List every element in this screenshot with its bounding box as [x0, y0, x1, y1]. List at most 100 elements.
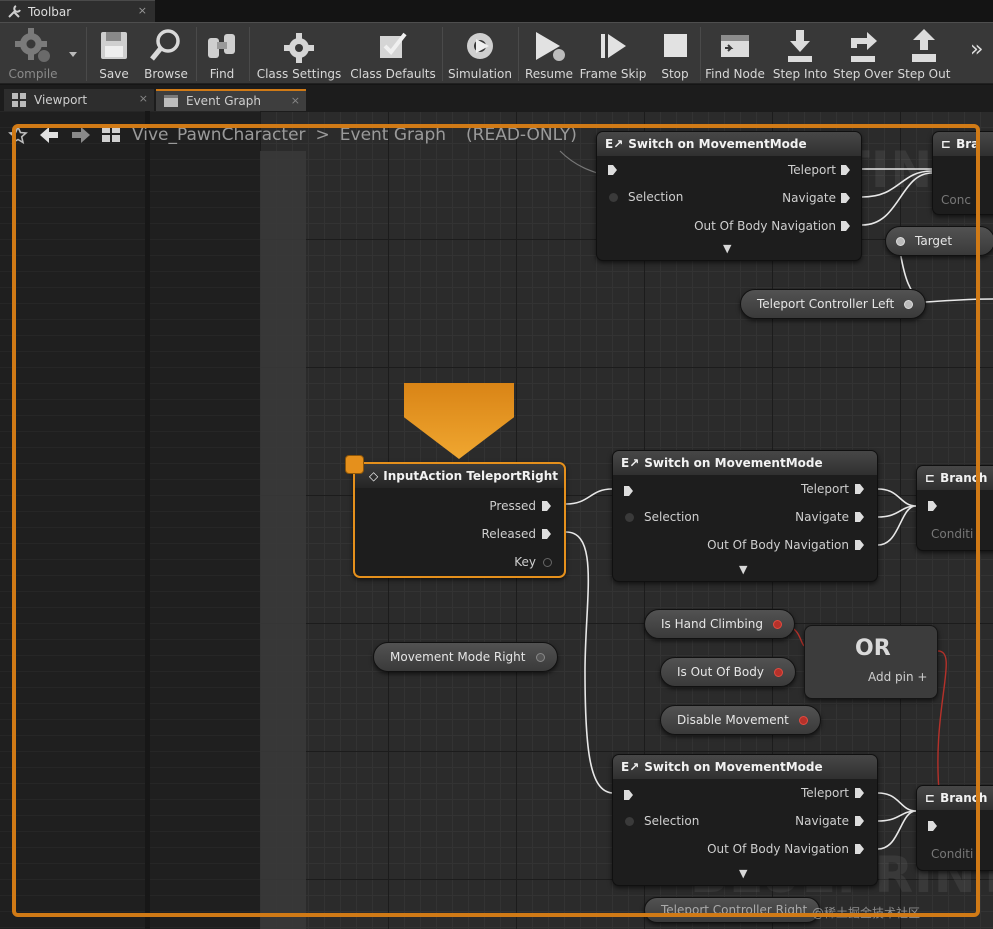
- condition-pin-label: Conditi: [931, 847, 974, 861]
- find-button[interactable]: Find: [200, 23, 244, 85]
- resume-button[interactable]: Resume: [524, 23, 574, 85]
- pressed-pin[interactable]: Pressed: [489, 498, 552, 514]
- branch-node-bottom[interactable]: ⊏ Branch Conditi: [916, 785, 993, 871]
- find-node-button[interactable]: Find Node: [704, 23, 766, 85]
- teleport-pin[interactable]: Teleport: [801, 785, 865, 801]
- step-out-button[interactable]: Step Out: [898, 23, 950, 85]
- star-icon[interactable]: [8, 125, 28, 145]
- key-pin[interactable]: Key: [514, 554, 552, 570]
- exec-pin-icon: [542, 501, 551, 511]
- disable-movement-label: Disable Movement: [677, 713, 789, 727]
- step-over-button[interactable]: Step Over: [833, 23, 893, 85]
- expand-arrow-icon[interactable]: ▼: [739, 867, 747, 880]
- navigate-pin[interactable]: Navigate: [795, 813, 865, 829]
- switch-node-middle[interactable]: E↗ Switch on MovementMode Teleport Selec…: [612, 450, 878, 582]
- close-icon[interactable]: ×: [138, 4, 147, 17]
- tab-viewport[interactable]: Viewport ×: [4, 89, 154, 111]
- teleport-pin[interactable]: Teleport: [788, 162, 851, 178]
- branch-icon: ⊏: [925, 471, 936, 485]
- exec-in-pin[interactable]: [927, 818, 938, 834]
- exec-pin-icon: [841, 193, 850, 203]
- out-of-body-pin-label: Out Of Body Navigation: [707, 842, 849, 856]
- released-pin[interactable]: Released: [481, 526, 552, 542]
- condition-pin[interactable]: Conc: [941, 192, 971, 208]
- tab-toolbar-label: Toolbar: [28, 4, 72, 19]
- chevron-down-icon[interactable]: [68, 51, 78, 59]
- simulation-label: Simulation: [448, 67, 512, 81]
- tab-toolbar[interactable]: Toolbar ×: [0, 0, 155, 22]
- class-settings-label: Class Settings: [256, 67, 342, 81]
- selection-pin[interactable]: Selection: [609, 189, 683, 205]
- browse-button[interactable]: Browse: [142, 23, 190, 85]
- toolbar: Compile Save Browse Find Class Settings: [0, 22, 993, 84]
- top-tab-strip: Toolbar ×: [0, 0, 993, 22]
- selection-dot: [625, 512, 634, 522]
- output-pin-dot: [773, 667, 783, 677]
- step-into-button[interactable]: Step Into: [772, 23, 828, 85]
- simulation-button[interactable]: Simulation: [448, 23, 512, 85]
- is-out-of-body-variable[interactable]: Is Out Of Body: [660, 657, 796, 687]
- close-icon[interactable]: ×: [139, 92, 148, 105]
- breadcrumb-graph[interactable]: Event Graph: [340, 125, 446, 145]
- switch-node-title: Switch on MovementMode: [644, 760, 823, 774]
- switch-enum-icon: E↗: [605, 137, 624, 151]
- branch-node-header: ⊏ Branch: [917, 466, 993, 490]
- or-node[interactable]: OR Add pin +: [804, 625, 938, 699]
- toolbar-overflow-button[interactable]: »: [970, 37, 983, 62]
- exec-in-pin[interactable]: [623, 787, 634, 803]
- condition-pin[interactable]: Conditi: [931, 846, 973, 862]
- disable-movement-variable[interactable]: Disable Movement: [660, 705, 821, 735]
- selection-dot: [625, 816, 634, 826]
- branch-node-header: ⊏ Bra: [933, 132, 993, 156]
- wrench-icon: [8, 4, 21, 18]
- teleport-controller-left-variable[interactable]: Teleport Controller Left: [740, 289, 927, 319]
- binoculars-icon: [208, 34, 235, 58]
- site-watermark: @稀土掘金技术社区: [812, 906, 921, 920]
- switch-node-bottom[interactable]: E↗ Switch on MovementMode Teleport Selec…: [612, 754, 878, 886]
- compile-button[interactable]: Compile: [4, 23, 62, 85]
- navigate-pin[interactable]: Navigate: [782, 190, 851, 206]
- navigate-pin[interactable]: Navigate: [795, 509, 865, 525]
- forward-arrow-icon[interactable]: [70, 125, 92, 145]
- out-of-body-pin[interactable]: Out Of Body Navigation: [707, 537, 865, 553]
- selection-pin[interactable]: Selection: [625, 509, 699, 525]
- class-settings-button[interactable]: Class Settings: [255, 23, 343, 85]
- switch-node-top[interactable]: E↗ Switch on MovementMode Teleport Selec…: [596, 131, 862, 261]
- switch-node-title: Switch on MovementMode: [644, 456, 823, 470]
- expand-arrow-icon[interactable]: ▼: [739, 563, 747, 576]
- output-pin-dot: [798, 715, 808, 725]
- teleport-controller-left-label: Teleport Controller Left: [757, 297, 895, 311]
- branch-node-middle[interactable]: ⊏ Branch Conditi: [916, 465, 993, 551]
- teleport-controller-right-variable[interactable]: Teleport Controller Right: [644, 897, 821, 923]
- add-pin-button[interactable]: Add pin +: [868, 670, 927, 684]
- branch-node-top[interactable]: ⊏ Bra Conc: [932, 131, 993, 215]
- expand-arrow-icon[interactable]: ▼: [723, 242, 731, 255]
- selection-pin[interactable]: Selection: [625, 813, 699, 829]
- breadcrumb-blueprint[interactable]: Vive_PawnCharacter: [132, 125, 306, 145]
- save-button[interactable]: Save: [92, 23, 136, 85]
- exec-in-pin[interactable]: [927, 498, 938, 514]
- tab-event-graph[interactable]: Event Graph ×: [156, 89, 306, 111]
- is-hand-climbing-variable[interactable]: Is Hand Climbing: [644, 609, 795, 639]
- out-of-body-pin[interactable]: Out Of Body Navigation: [707, 841, 865, 857]
- event-graph-canvas[interactable]: SIMULATING BLUEPRINT: [0, 111, 993, 929]
- input-action-node[interactable]: ◇ InputAction TeleportRight Pressed Rele…: [353, 462, 566, 578]
- breakpoint-badge: [345, 455, 364, 474]
- out-of-body-pin[interactable]: Out Of Body Navigation: [694, 218, 851, 234]
- frame-skip-button[interactable]: Frame Skip: [580, 23, 646, 85]
- condition-pin[interactable]: Conditi: [931, 526, 973, 542]
- exec-in-pin[interactable]: [623, 483, 634, 499]
- target-variable[interactable]: Target: [885, 226, 993, 256]
- exec-pin-icon: [855, 484, 864, 494]
- teleport-pin[interactable]: Teleport: [801, 481, 865, 497]
- movement-mode-right-variable[interactable]: Movement Mode Right: [373, 642, 558, 672]
- class-defaults-button[interactable]: Class Defaults: [350, 23, 436, 85]
- stop-button[interactable]: Stop: [654, 23, 696, 85]
- exec-in-pin[interactable]: [607, 162, 618, 178]
- close-icon[interactable]: ×: [291, 94, 300, 107]
- frame-skip-label: Frame Skip: [579, 67, 647, 81]
- switch-enum-icon: E↗: [621, 456, 640, 470]
- toolbar-separator: [442, 27, 443, 81]
- back-arrow-icon[interactable]: [38, 125, 60, 145]
- breadcrumb-separator: >: [315, 125, 330, 145]
